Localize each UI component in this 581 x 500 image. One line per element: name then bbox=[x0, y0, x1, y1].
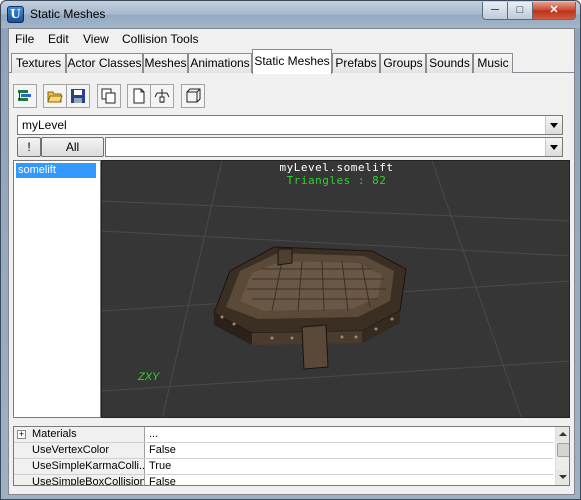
property-value[interactable]: False bbox=[147, 443, 176, 458]
property-value[interactable]: ... bbox=[147, 427, 158, 442]
new-document-icon bbox=[133, 88, 145, 104]
property-row-use-simple-karma-collision[interactable]: UseSimpleKarmaColli... True bbox=[14, 459, 553, 475]
mesh-name-label: myLevel.somelift bbox=[279, 161, 394, 174]
tab-actor-classes[interactable]: Actor Classes bbox=[66, 53, 143, 73]
window-title: Static Meshes bbox=[30, 7, 106, 21]
save-icon bbox=[71, 89, 85, 103]
static-meshes-window: U Static Meshes ─ □ ✕ File Edit View Col… bbox=[0, 0, 581, 500]
tab-groups[interactable]: Groups bbox=[380, 53, 426, 73]
mesh-list[interactable]: somelift bbox=[13, 160, 101, 418]
open-button[interactable] bbox=[43, 84, 67, 108]
property-name-text: Materials bbox=[32, 428, 77, 440]
close-button[interactable]: ✕ bbox=[532, 2, 576, 20]
new-button[interactable] bbox=[127, 84, 151, 108]
property-row-materials[interactable]: Materials + ... bbox=[14, 427, 553, 443]
tab-music[interactable]: Music bbox=[473, 53, 513, 73]
client-area: File Edit View Collision Tools Textures … bbox=[8, 28, 575, 495]
group-filter-combo[interactable] bbox=[105, 137, 563, 157]
collision-box-button[interactable] bbox=[181, 84, 205, 108]
minimize-button[interactable]: ─ bbox=[482, 2, 508, 20]
tab-static-meshes[interactable]: Static Meshes bbox=[252, 49, 332, 74]
menu-view[interactable]: View bbox=[83, 32, 109, 46]
scroll-thumb[interactable] bbox=[557, 443, 569, 457]
property-grid: Materials + ... UseVertexColor False Use… bbox=[13, 426, 570, 486]
list-item[interactable]: somelift bbox=[16, 163, 96, 178]
property-value[interactable]: False bbox=[147, 475, 176, 485]
viewport-scene bbox=[102, 161, 569, 417]
add-to-level-icon bbox=[154, 89, 170, 103]
property-row-use-simple-box-collision[interactable]: UseSimpleBoxCollision False bbox=[14, 475, 553, 485]
tab-meshes[interactable]: Meshes bbox=[143, 53, 188, 73]
filter-all-button[interactable]: All bbox=[41, 137, 104, 157]
property-name: UseSimpleBoxCollision bbox=[14, 475, 145, 485]
menu-file[interactable]: File bbox=[15, 32, 34, 46]
mesh-viewport[interactable]: myLevel.somelift Triangles : 82 ZXY bbox=[101, 160, 570, 418]
toolbar bbox=[9, 82, 574, 110]
package-combo-arrow-icon[interactable] bbox=[545, 116, 562, 134]
open-folder-icon bbox=[47, 91, 63, 103]
browser-tabs: Textures Actor Classes Meshes Animations… bbox=[9, 49, 574, 74]
property-scrollbar[interactable] bbox=[555, 427, 569, 485]
duplicate-button[interactable] bbox=[97, 84, 121, 108]
menu-bar: File Edit View Collision Tools bbox=[9, 29, 574, 49]
package-combo-value: myLevel bbox=[22, 118, 67, 132]
menu-edit[interactable]: Edit bbox=[48, 32, 69, 46]
expand-plus-icon[interactable]: + bbox=[17, 430, 26, 439]
duplicate-icon bbox=[101, 88, 116, 104]
tab-textures[interactable]: Textures bbox=[11, 53, 66, 73]
scroll-up-icon[interactable] bbox=[556, 427, 569, 442]
tab-animations[interactable]: Animations bbox=[188, 53, 252, 73]
tab-sounds[interactable]: Sounds bbox=[426, 53, 473, 73]
package-combo[interactable]: myLevel bbox=[17, 115, 563, 135]
property-name: UseSimpleKarmaColli... bbox=[14, 459, 145, 474]
axis-gizmo-label: ZXY bbox=[138, 371, 160, 383]
add-to-level-button[interactable] bbox=[150, 84, 174, 108]
browser-button[interactable] bbox=[13, 84, 37, 108]
scroll-down-icon[interactable] bbox=[556, 470, 569, 485]
tab-prefabs[interactable]: Prefabs bbox=[332, 53, 380, 73]
collision-box-icon bbox=[186, 88, 201, 103]
property-name: UseVertexColor bbox=[14, 443, 145, 458]
property-row-use-vertex-color[interactable]: UseVertexColor False bbox=[14, 443, 553, 459]
save-button[interactable] bbox=[66, 84, 90, 108]
group-filter-arrow-icon[interactable] bbox=[545, 138, 562, 156]
property-value[interactable]: True bbox=[147, 459, 171, 474]
browser-icon bbox=[18, 90, 31, 101]
maximize-button[interactable]: □ bbox=[507, 2, 533, 20]
lift-mesh bbox=[213, 246, 407, 370]
triangle-count-label: Triangles : 82 bbox=[286, 174, 387, 187]
filter-bang-button[interactable]: ! bbox=[17, 137, 41, 157]
menu-collision-tools[interactable]: Collision Tools bbox=[122, 32, 198, 46]
unreal-app-icon: U bbox=[7, 6, 24, 23]
title-bar[interactable]: U Static Meshes ─ □ ✕ bbox=[1, 1, 580, 28]
property-name: Materials bbox=[14, 427, 145, 442]
